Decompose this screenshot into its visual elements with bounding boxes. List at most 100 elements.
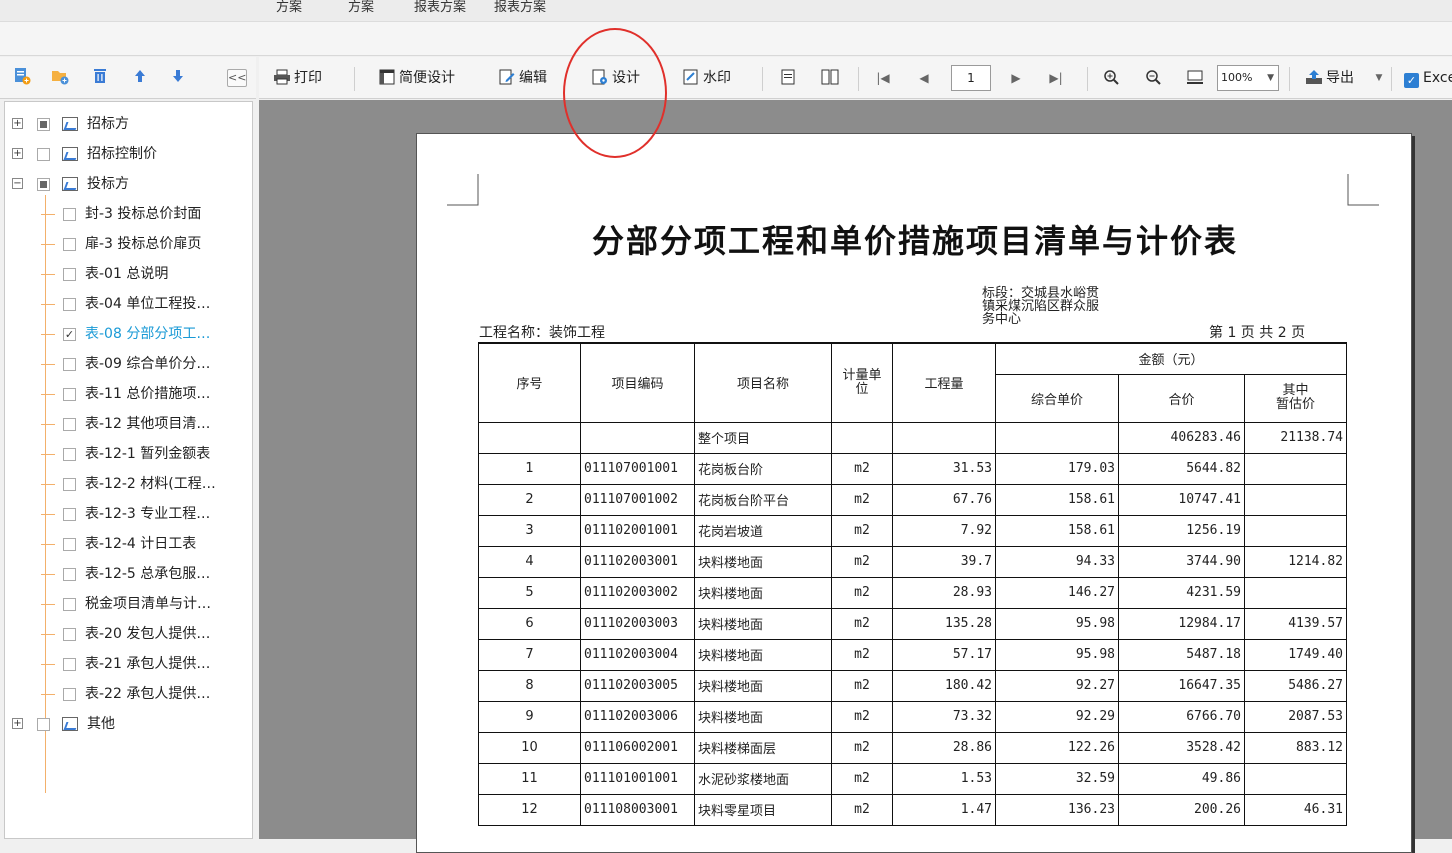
header-total: 合价 [1118, 373, 1245, 423]
cell-est: 2087.53 [1244, 700, 1347, 733]
delete-icon[interactable] [90, 67, 110, 87]
add-folder-icon[interactable] [50, 67, 70, 87]
tree-checkbox[interactable] [63, 238, 76, 251]
tree-checkbox[interactable] [63, 568, 76, 581]
tree-item[interactable]: 税金项目清单与计… [5, 589, 250, 619]
tree-item[interactable]: − 投标方 [5, 169, 250, 199]
tree-checkbox[interactable] [63, 598, 76, 611]
tree-checkbox[interactable] [63, 388, 76, 401]
tree-checkbox[interactable] [63, 628, 76, 641]
toolbar-divider [762, 67, 763, 91]
tree-item[interactable]: 表-12-3 专业工程… [5, 499, 250, 529]
tree-item[interactable]: 表-12-5 总承包服… [5, 559, 250, 589]
move-down-icon[interactable] [168, 67, 188, 87]
expand-node-icon[interactable]: + [12, 118, 23, 129]
tree-item[interactable]: 表-04 单位工程投… [5, 289, 250, 319]
tree-checkbox[interactable] [63, 508, 76, 521]
expand-node-icon[interactable]: + [12, 148, 23, 159]
tree-item[interactable]: + 招标控制价 [5, 139, 250, 169]
table-row: 6 011102003003 块料楼地面 m2 135.28 95.98 12984.17 4… [478, 607, 1347, 640]
cell-est [1244, 576, 1347, 609]
tree-checkbox[interactable] [37, 718, 50, 731]
page-number-input[interactable]: 1 [951, 65, 991, 91]
cell-total: 10747.41 [1118, 483, 1245, 516]
watermark-icon [683, 69, 698, 85]
cell-seq: 8 [478, 669, 581, 702]
cell-est: 1214.82 [1244, 545, 1347, 578]
tree-item[interactable]: 表-12 其他项目清… [5, 409, 250, 439]
collapse-panel-button[interactable]: << [227, 69, 247, 87]
tree-checkbox[interactable] [37, 148, 50, 161]
cell-total: 1256.19 [1118, 514, 1245, 547]
tree-item-label: 表-12-5 总承包服… [85, 566, 211, 582]
zoom-select[interactable]: 100% ▼ [1217, 65, 1279, 91]
simple-design-button[interactable]: 简便设计 [379, 57, 455, 99]
cell-name: 块料楼地面 [694, 700, 832, 733]
tree-item[interactable]: 表-12-4 计日工表 [5, 529, 250, 559]
print-button[interactable]: 打印 [273, 57, 322, 99]
tree-item[interactable]: 封-3 投标总价封面 [5, 199, 250, 229]
tree-checkbox[interactable] [63, 478, 76, 491]
cell-seq: 11 [478, 762, 581, 795]
zoom-in-button[interactable] [1103, 57, 1119, 99]
tree-checkbox[interactable] [63, 658, 76, 671]
zoom-out-button[interactable] [1145, 57, 1161, 99]
tree-item[interactable]: 表-11 总价措施项… [5, 379, 250, 409]
tree-item[interactable]: 表-20 发包人提供… [5, 619, 250, 649]
expand-node-icon[interactable]: + [12, 718, 23, 729]
tree-checkbox[interactable] [63, 208, 76, 221]
first-page-icon[interactable]: |◀ [875, 57, 891, 99]
tree-item[interactable]: 表-12-1 暂列金额表 [5, 439, 250, 469]
single-page-button[interactable] [780, 57, 796, 99]
tree-checkbox[interactable] [63, 358, 76, 371]
cell-name: 花岗岩坡道 [694, 514, 832, 547]
tree-item[interactable]: 扉-3 投标总价扉页 [5, 229, 250, 259]
tree-item[interactable]: + 其他 [5, 709, 250, 739]
header-seq: 序号 [478, 342, 581, 423]
top-menu-item[interactable]: 方案 [348, 0, 374, 15]
prev-page-icon[interactable]: ◀ [916, 57, 932, 99]
last-page-icon[interactable]: ▶| [1048, 57, 1064, 99]
tree-checkbox[interactable]: ✓ [63, 328, 76, 341]
export-button[interactable]: 导出 [1305, 57, 1354, 99]
tree-item[interactable]: ✓ 表-08 分部分项工… [5, 319, 250, 349]
tree-item-label: 表-20 发包人提供… [85, 626, 211, 642]
tree-item-label: 表-12-2 材料(工程… [85, 476, 216, 492]
watermark-button[interactable]: 水印 [683, 57, 731, 99]
tree-item[interactable]: 表-21 承包人提供… [5, 649, 250, 679]
tree-item-label: 招标控制价 [87, 146, 157, 162]
collapse-node-icon[interactable]: − [12, 178, 23, 189]
tree-item-label: 税金项目清单与计… [85, 596, 211, 612]
tree-checkbox[interactable] [63, 688, 76, 701]
double-page-button[interactable] [821, 57, 839, 99]
excel-checkbox[interactable]: ✓ Exce [1404, 57, 1452, 99]
tree-checkbox[interactable] [63, 538, 76, 551]
tree-item[interactable]: 表-01 总说明 [5, 259, 250, 289]
tree-checkbox[interactable] [63, 298, 76, 311]
top-menu-item[interactable]: 报表方案 [414, 0, 466, 15]
crop-mark-icon [1347, 174, 1379, 206]
move-up-icon[interactable] [130, 67, 150, 87]
next-page-icon[interactable]: ▶ [1008, 57, 1024, 99]
table-row: 1 011107001001 花岗板台阶 m2 31.53 179.03 5644.82 [478, 452, 1347, 485]
cell-seq: 6 [478, 607, 581, 640]
top-menu-item[interactable]: 方案 [276, 0, 302, 15]
fit-width-button[interactable] [1186, 57, 1204, 99]
tree-checkbox[interactable] [63, 268, 76, 281]
top-menu-item[interactable]: 报表方案 [494, 0, 546, 15]
tree-item[interactable]: 表-09 综合单价分… [5, 349, 250, 379]
tree-checkbox[interactable] [37, 178, 50, 191]
cell-name: 块料楼地面 [694, 638, 832, 671]
edit-button[interactable]: 编辑 [499, 57, 547, 99]
tree-checkbox[interactable] [37, 118, 50, 131]
double-page-icon [821, 69, 839, 85]
cell-name: 水泥砂浆楼地面 [694, 762, 832, 795]
export-dropdown-icon[interactable]: ▼ [1371, 57, 1387, 99]
tree-item[interactable]: + 招标方 [5, 109, 250, 139]
tree-item[interactable]: 表-22 承包人提供… [5, 679, 250, 709]
tree-item[interactable]: 表-12-2 材料(工程… [5, 469, 250, 499]
tree-checkbox[interactable] [63, 448, 76, 461]
cell-code: 011108003001 [580, 793, 695, 826]
add-report-icon[interactable] [12, 67, 32, 87]
tree-checkbox[interactable] [63, 418, 76, 431]
